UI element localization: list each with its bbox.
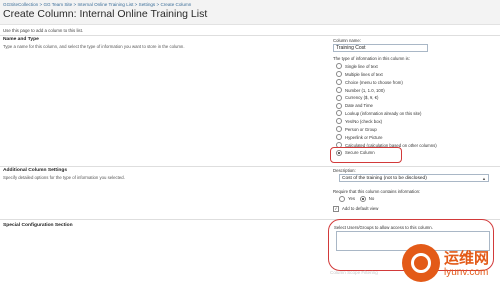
breadcrumb[interactable]: GGSiteCollection > GG Team Site > Intern… [3, 2, 191, 7]
column-type-option[interactable]: Choice (menu to choose from) [336, 79, 403, 86]
column-type-radio[interactable] [336, 63, 342, 70]
divider [0, 35, 500, 36]
add-default-view-label: Add to default view [342, 206, 379, 212]
column-type-label: Currency ($, ¥, €) [345, 95, 379, 101]
column-type-radio[interactable] [336, 126, 342, 133]
secure-column-highlight [330, 147, 402, 163]
column-name-input[interactable]: Training Cost [333, 44, 428, 52]
column-type-radio[interactable] [336, 79, 342, 86]
require-label: Require that this column contains inform… [333, 189, 421, 194]
intro-text: Use this page to add a column to this li… [3, 28, 84, 33]
column-type-radio[interactable] [336, 86, 342, 93]
divider [0, 166, 500, 167]
additional-settings-description: Specify detailed options for the type of… [3, 175, 125, 180]
column-type-label: Yes/No (check box) [345, 118, 383, 124]
column-type-option[interactable]: Number (1, 1.0, 100) [336, 86, 385, 94]
scroll-arrow-icon: ▲ [482, 176, 486, 181]
name-type-description: Type a name for this column, and select … [3, 44, 185, 49]
column-type-option[interactable]: Single line of text [336, 63, 378, 70]
watermark-en-text: lyunv.com [444, 267, 489, 278]
column-type-label: Choice (menu to choose from) [345, 79, 403, 85]
column-type-label: Multiple lines of text [345, 71, 383, 77]
column-type-radio[interactable] [336, 118, 342, 125]
require-no-label: No [368, 196, 375, 202]
add-default-view-checkbox[interactable]: ✓ [333, 205, 339, 212]
description-input[interactable]: Cost of the training (not to be disclose… [339, 174, 489, 182]
column-type-option[interactable]: Hyperlink or Picture [336, 134, 383, 141]
page-title: Create Column: Internal Online Training … [3, 8, 208, 20]
column-type-option[interactable]: Person or Group [336, 126, 377, 133]
column-type-radio[interactable] [336, 134, 342, 140]
column-type-label: Date and Time [345, 103, 373, 109]
column-type-radio[interactable] [336, 94, 342, 101]
watermark-cn-text: 运维网 [444, 250, 490, 267]
column-name-label: Column name: [333, 38, 361, 43]
column-type-radio[interactable] [336, 71, 342, 78]
column-type-option[interactable]: Yes/No (check box) [336, 118, 382, 125]
additional-settings-heading: Additional Column Settings [3, 168, 68, 173]
column-type-label: Lookup (information already on this site… [345, 111, 422, 117]
column-type-label: Person or Group [345, 126, 377, 132]
add-default-view-row: ✓ Add to default view [333, 205, 379, 212]
watermark-circle-icon [402, 244, 440, 282]
require-no-radio[interactable] [359, 195, 366, 202]
type-label: The type of information in this column i… [333, 56, 410, 61]
column-type-radio[interactable] [336, 110, 342, 117]
page-header: GGSiteCollection > GG Team Site > Intern… [0, 0, 500, 25]
column-type-option[interactable]: Multiple lines of text [336, 71, 383, 78]
require-radio-group: Yes No [339, 195, 375, 202]
column-type-label: Single line of text [345, 64, 378, 69]
column-type-label: Number (1, 1.0, 100) [345, 87, 385, 93]
watermark-logo: 运维网 lyunv.com [402, 244, 498, 286]
column-type-option[interactable]: Date and Time [336, 102, 373, 109]
column-type-option[interactable]: Lookup (information already on this site… [336, 110, 421, 117]
require-yes-radio[interactable] [339, 195, 345, 202]
name-type-heading: Name and Type [3, 37, 39, 42]
column-type-radio[interactable] [336, 102, 342, 109]
description-value: Cost of the training (not to be disclose… [342, 176, 427, 181]
require-yes-label: Yes [348, 196, 356, 202]
special-config-heading: Special Configuration Section [3, 223, 73, 228]
column-type-label: Hyperlink or Picture [345, 134, 383, 140]
column-scope-filtering-text: Column Scope Filtering [330, 270, 378, 275]
column-type-option[interactable]: Currency ($, ¥, €) [336, 94, 378, 101]
description-label: Description: [333, 168, 356, 173]
